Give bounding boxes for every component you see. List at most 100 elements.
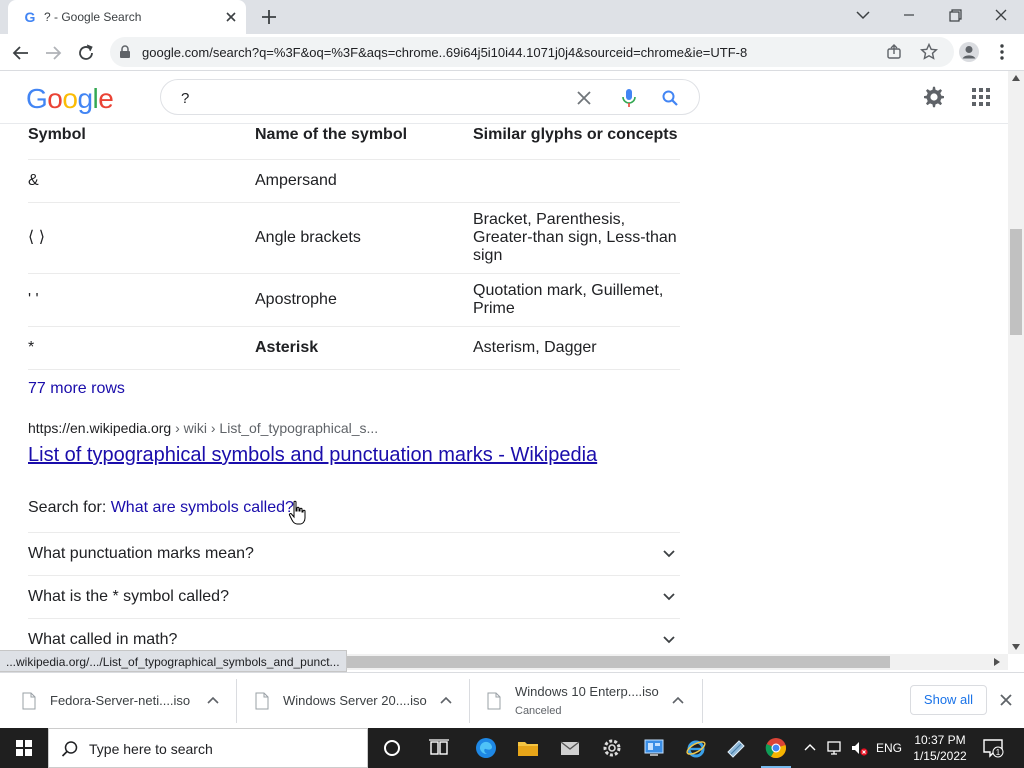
show-hidden-icons-chevron-icon[interactable] — [804, 742, 816, 754]
hand-cursor-icon — [288, 500, 306, 525]
column-header-symbol: Symbol — [28, 124, 255, 160]
people-also-ask-item[interactable]: What called in math? — [28, 618, 680, 654]
download-item[interactable]: Fedora-Server-neti....iso — [22, 673, 232, 729]
table-cell-symbol: & — [28, 159, 255, 203]
chevron-down-icon[interactable] — [662, 547, 676, 561]
chevron-up-icon[interactable] — [206, 694, 220, 708]
vertical-scrollbar[interactable] — [1008, 71, 1024, 654]
download-item[interactable]: Windows 10 Enterp....iso Canceled — [487, 673, 697, 729]
search-results: Symbol Name of the symbol Similar glyphs… — [0, 124, 1008, 654]
mail-button[interactable] — [549, 728, 591, 768]
people-also-ask-item[interactable]: What punctuation marks mean? — [28, 532, 680, 575]
internet-explorer-icon — [686, 740, 706, 758]
browser-toolbar: google.com/search?q=%3F&oq=%3F&aqs=chrom… — [0, 34, 1024, 71]
symbols-table: Symbol Name of the symbol Similar glyphs… — [28, 124, 680, 370]
divider — [702, 679, 703, 723]
more-rows-link[interactable]: 77 more rows — [28, 380, 125, 398]
clear-search-icon[interactable] — [575, 89, 593, 107]
column-header-similar: Similar glyphs or concepts — [473, 124, 680, 160]
search-input[interactable]: ? — [181, 90, 189, 107]
column-header-name: Name of the symbol — [255, 124, 473, 160]
tab-search-chevron-icon[interactable] — [848, 4, 878, 26]
settings-gear-icon — [603, 739, 621, 757]
chevron-up-icon[interactable] — [671, 694, 685, 708]
back-arrow-icon[interactable] — [10, 42, 32, 64]
address-bar[interactable]: google.com/search?q=%3F&oq=%3F&aqs=chrom… — [110, 37, 954, 67]
cortana-circle-icon — [384, 740, 400, 756]
taskbar-search-box[interactable]: Type here to search — [48, 728, 368, 768]
chevron-down-icon[interactable] — [662, 633, 676, 647]
scroll-right-arrow-icon[interactable] — [994, 658, 1000, 666]
clock-date: 1/15/2022 — [913, 749, 967, 763]
chrome-button[interactable] — [755, 728, 797, 768]
settings-button[interactable] — [591, 728, 633, 768]
cite-domain: https://en.wikipedia.org — [28, 420, 172, 436]
table-row: ⟨ ⟩ Angle brackets Bracket, Parenthesis,… — [28, 202, 680, 274]
logo-letter: G — [26, 83, 48, 114]
close-tab-icon[interactable] — [222, 8, 240, 26]
chevron-down-icon[interactable] — [662, 590, 676, 604]
edge-browser-icon — [476, 738, 496, 758]
file-icon — [487, 692, 501, 710]
app-button[interactable] — [715, 728, 757, 768]
divider — [469, 679, 470, 723]
control-panel-button[interactable] — [633, 728, 675, 768]
table-cell-symbol: * — [28, 326, 255, 370]
folder-icon — [518, 742, 538, 756]
volume-muted-icon[interactable] — [850, 739, 868, 757]
edge-button[interactable] — [465, 728, 507, 768]
logo-letter: o — [47, 83, 63, 114]
scroll-down-arrow-icon[interactable] — [1012, 644, 1020, 650]
language-indicator[interactable]: ENG — [876, 741, 902, 755]
notification-count: 1 — [996, 748, 1001, 757]
microphone-icon[interactable] — [621, 88, 637, 108]
action-center-icon[interactable]: 1 — [982, 738, 1004, 758]
lock-icon[interactable] — [118, 45, 132, 59]
chrome-menu-icon[interactable] — [994, 41, 1010, 63]
new-tab-icon[interactable] — [259, 7, 279, 27]
google-logo[interactable]: Google — [26, 83, 114, 115]
url-text[interactable]: google.com/search?q=%3F&oq=%3F&aqs=chrom… — [142, 45, 747, 60]
google-apps-icon[interactable] — [970, 86, 992, 108]
cortana-button[interactable] — [371, 728, 413, 768]
question-text: What is the * symbol called? — [28, 588, 229, 605]
download-item[interactable]: Windows Server 20....iso — [255, 673, 465, 729]
result-cite-url[interactable]: https://en.wikipedia.org › wiki › List_o… — [28, 420, 378, 436]
file-explorer-button[interactable] — [507, 728, 549, 768]
result-title-link[interactable]: List of typographical symbols and punctu… — [28, 444, 597, 467]
search-box[interactable]: ? — [160, 79, 700, 115]
file-icon — [255, 692, 269, 710]
search-for-link[interactable]: What are symbols called? — [111, 499, 294, 516]
profile-avatar-icon[interactable] — [958, 41, 980, 63]
download-name: Windows Server 20....iso — [283, 693, 427, 708]
status-bar-url: ...wikipedia.org/.../List_of_typographic… — [0, 650, 347, 672]
task-view-button[interactable] — [418, 728, 460, 768]
internet-explorer-button[interactable] — [675, 728, 717, 768]
search-for-label: Search for: — [28, 499, 111, 516]
bookmark-star-icon[interactable] — [920, 43, 938, 61]
chevron-up-icon[interactable] — [439, 694, 453, 708]
vertical-scroll-thumb[interactable] — [1010, 229, 1022, 335]
table-row: & Ampersand — [28, 159, 680, 203]
share-icon[interactable] — [886, 44, 902, 60]
logo-letter: g — [77, 83, 93, 114]
close-window-icon[interactable] — [986, 4, 1016, 26]
reload-icon[interactable] — [75, 42, 97, 64]
people-also-ask-item[interactable]: What is the * symbol called? — [28, 575, 680, 618]
tab-active[interactable]: G ? - Google Search — [8, 0, 246, 34]
show-all-downloads-button[interactable]: Show all — [910, 685, 987, 715]
minimize-icon[interactable] — [894, 4, 924, 26]
table-cell-name: Apostrophe — [255, 273, 473, 327]
search-icon[interactable] — [661, 89, 679, 107]
clock-time: 10:37 PM — [914, 733, 966, 747]
close-download-shelf-icon[interactable] — [998, 692, 1014, 708]
settings-gear-icon[interactable] — [922, 85, 946, 109]
scroll-up-arrow-icon[interactable] — [1012, 75, 1020, 81]
clock[interactable]: 10:37 PM 1/15/2022 — [912, 732, 968, 764]
forward-arrow-icon[interactable] — [42, 42, 64, 64]
network-icon[interactable] — [826, 739, 844, 757]
chrome-icon — [765, 738, 786, 759]
table-cell-name: Angle brackets — [255, 202, 473, 274]
windows-start-icon[interactable] — [0, 728, 48, 768]
restore-icon[interactable] — [940, 4, 970, 26]
